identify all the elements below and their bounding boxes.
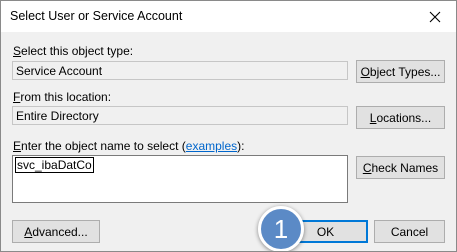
select-user-dialog: Select User or Service Account Select th…: [0, 0, 457, 252]
location-value: Entire Directory: [16, 109, 99, 123]
close-button[interactable]: [414, 1, 456, 32]
object-type-field: Service Account: [12, 61, 348, 80]
dialog-title: Select User or Service Account: [10, 9, 183, 23]
object-name-input[interactable]: svc_ibaDatCo: [12, 155, 348, 203]
object-name-label: Enter the object name to select (example…: [13, 139, 245, 153]
object-type-label: Select this object type:: [13, 44, 134, 58]
location-field: Entire Directory: [12, 106, 348, 125]
object-types-button[interactable]: Object Types...: [356, 60, 445, 83]
examples-link[interactable]: examples: [186, 139, 237, 153]
location-label: From this location:: [13, 90, 112, 104]
object-name-value: svc_ibaDatCo: [15, 157, 94, 173]
locations-button[interactable]: Locations...: [356, 106, 445, 129]
object-type-value: Service Account: [16, 64, 103, 78]
step-number-badge: 1: [258, 206, 304, 251]
close-icon: [429, 11, 441, 22]
advanced-button[interactable]: Advanced...: [12, 220, 100, 243]
cancel-button[interactable]: Cancel: [374, 220, 445, 243]
title-bar: Select User or Service Account: [1, 1, 456, 32]
check-names-button[interactable]: Check Names: [356, 156, 445, 179]
